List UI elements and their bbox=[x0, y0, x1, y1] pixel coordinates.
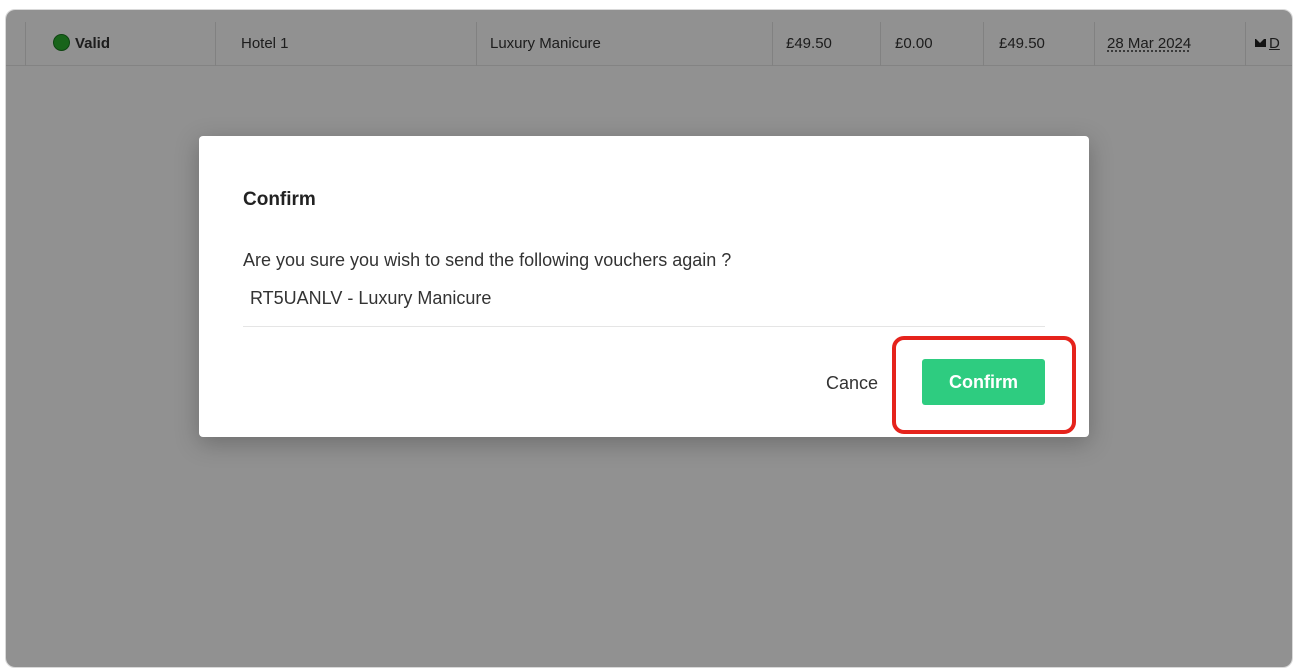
dialog-divider bbox=[243, 326, 1045, 327]
cancel-button[interactable]: Cance bbox=[826, 368, 878, 398]
dialog-message: Are you sure you wish to send the follow… bbox=[243, 250, 732, 270]
confirm-button[interactable]: Confirm bbox=[922, 359, 1045, 405]
voucher-list-item: RT5UANLV - Luxury Manicure bbox=[250, 288, 492, 308]
dialog-title: Confirm bbox=[243, 189, 316, 210]
screen-frame: Valid Hotel 1 Luxury Manicure £49.50 £0.… bbox=[5, 9, 1293, 668]
confirm-dialog: Confirm Are you sure you wish to send th… bbox=[199, 136, 1089, 437]
